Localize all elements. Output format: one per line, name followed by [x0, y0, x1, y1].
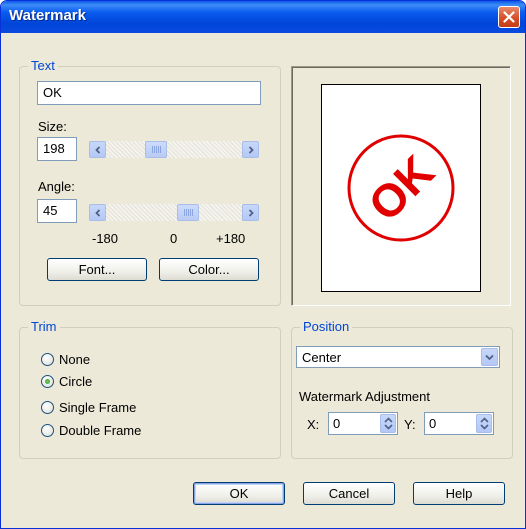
spinner-arrows-icon	[479, 417, 489, 430]
watermark-text-input[interactable]: OK	[37, 81, 261, 105]
angle-scale-max: +180	[216, 231, 246, 246]
angle-label: Angle:	[38, 179, 75, 194]
spinner-arrows-icon	[383, 417, 393, 430]
size-slider-thumb[interactable]	[145, 141, 167, 158]
size-label: Size:	[38, 119, 67, 134]
arrow-right-icon	[248, 145, 254, 154]
close-button[interactable]	[498, 6, 520, 28]
radio-icon	[41, 423, 54, 437]
radio-selected-icon	[41, 374, 54, 388]
trim-option-single-frame[interactable]: Single Frame	[41, 399, 136, 415]
trim-option-none[interactable]: None	[41, 351, 90, 367]
position-select-value: Center	[302, 350, 342, 365]
font-button[interactable]: Font...	[47, 258, 147, 281]
x-spinner-buttons[interactable]	[380, 414, 396, 433]
position-select[interactable]: Center	[296, 346, 500, 368]
help-button[interactable]: Help	[413, 482, 505, 505]
trim-group: Trim	[19, 319, 281, 459]
x-value: 0	[333, 416, 341, 431]
radio-icon	[41, 400, 54, 414]
ok-button[interactable]: OK	[193, 482, 285, 505]
y-spinner-buttons[interactable]	[476, 414, 492, 433]
x-spinner[interactable]: 0	[328, 412, 398, 435]
trim-option-circle[interactable]: Circle	[41, 373, 92, 389]
angle-slider-left-button[interactable]	[89, 204, 106, 221]
angle-slider-right-button[interactable]	[242, 204, 259, 221]
watermark-dialog: Watermark Text OK Size: 198 Angle: 45 -1…	[0, 0, 526, 529]
arrow-left-icon	[94, 145, 100, 154]
size-slider[interactable]	[89, 141, 259, 158]
size-slider-left-button[interactable]	[89, 141, 106, 158]
angle-scale-min: -180	[92, 231, 119, 246]
preview-page: OK	[321, 84, 481, 292]
watermark-adjustment-label: Watermark Adjustment	[299, 389, 431, 404]
size-input[interactable]: 198	[37, 137, 77, 161]
position-group-legend: Position	[300, 319, 353, 335]
trim-group-legend: Trim	[28, 319, 60, 335]
chevron-down-icon	[485, 354, 494, 360]
trim-option-label: Double Frame	[59, 422, 142, 438]
position-dropdown-button[interactable]	[481, 348, 498, 366]
y-spinner[interactable]: 0	[424, 412, 494, 435]
x-label: X:	[307, 417, 320, 432]
trim-option-label: None	[59, 351, 91, 367]
watermark-preview: OK	[347, 134, 455, 242]
close-icon	[503, 11, 515, 23]
arrow-left-icon	[94, 208, 100, 217]
angle-slider[interactable]	[89, 204, 259, 221]
angle-input[interactable]: 45	[37, 199, 77, 223]
title-bar[interactable]: Watermark	[1, 1, 525, 33]
arrow-right-icon	[248, 208, 254, 217]
angle-slider-thumb[interactable]	[177, 204, 199, 221]
window-title: Watermark	[9, 7, 86, 24]
trim-option-label: Circle	[59, 373, 93, 389]
trim-option-double-frame[interactable]: Double Frame	[41, 422, 141, 438]
size-slider-right-button[interactable]	[242, 141, 259, 158]
watermark-preview-text: OK	[358, 145, 444, 231]
radio-icon	[41, 352, 54, 366]
color-button[interactable]: Color...	[159, 258, 259, 281]
cancel-button[interactable]: Cancel	[303, 482, 395, 505]
text-group-legend: Text	[28, 58, 58, 74]
y-value: 0	[429, 416, 437, 431]
trim-option-label: Single Frame	[59, 399, 137, 415]
y-label: Y:	[404, 417, 416, 432]
angle-scale-mid: 0	[170, 231, 178, 246]
